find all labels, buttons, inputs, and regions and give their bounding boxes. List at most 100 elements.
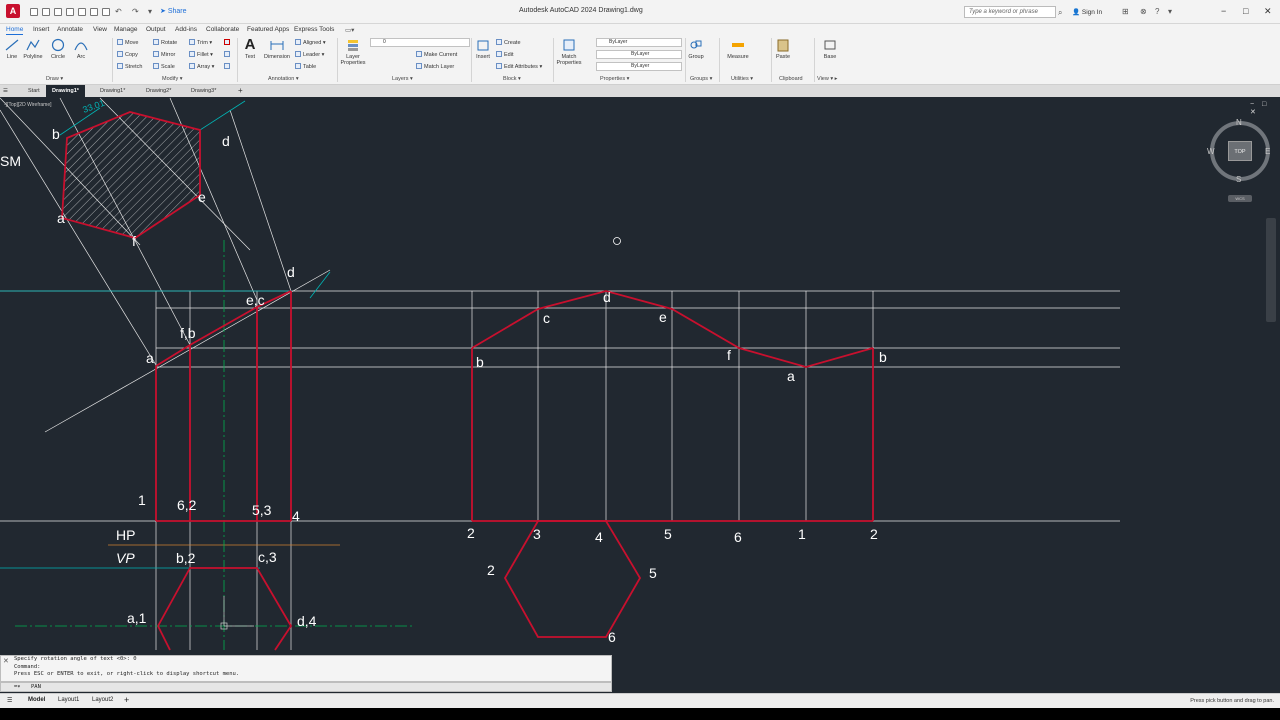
offset-icon[interactable] — [224, 63, 232, 70]
drawing-canvas[interactable]: SM 33.01 b d e a f d e,c f,b a 1 6,2 5,3… — [0, 97, 1280, 653]
autocad-logo-icon[interactable]: A — [6, 4, 20, 18]
autodesk-app-icon[interactable]: ⊗ — [1140, 8, 1147, 16]
insert-button[interactable]: Insert — [474, 38, 492, 60]
layer-dropdown[interactable]: 0 — [370, 38, 470, 47]
aligned-button[interactable]: Aligned ▾ — [295, 39, 326, 46]
compass-east[interactable]: E — [1265, 147, 1270, 156]
front-view-outline[interactable] — [155, 290, 293, 651]
tab-express-tools[interactable]: Express Tools — [294, 26, 334, 33]
edit-attributes-button[interactable]: Edit Attributes ▾ — [496, 63, 542, 70]
tab-add-ins[interactable]: Add-ins — [175, 26, 197, 33]
layer-properties-button[interactable]: Layer Properties — [340, 38, 366, 66]
tab-output[interactable]: Output — [146, 26, 166, 33]
help-icon[interactable]: ? — [1155, 8, 1159, 16]
viewport-window-controls[interactable]: − □ ✕ — [1250, 101, 1280, 116]
share-button[interactable]: ➤ Share — [160, 7, 187, 15]
create-block-button[interactable]: Create — [496, 39, 521, 46]
lineweight-dropdown[interactable]: ByLayer — [596, 62, 682, 71]
explode-icon[interactable] — [224, 51, 232, 58]
groups-group-label[interactable]: Groups ▾ — [690, 76, 712, 82]
utilities-group-label[interactable]: Utilities ▾ — [731, 76, 753, 82]
navigation-bar[interactable] — [1266, 218, 1276, 322]
paste-button[interactable]: Paste — [774, 38, 792, 60]
viewcube[interactable]: N S E W TOP WCS — [1206, 118, 1276, 202]
stretch-button[interactable]: Stretch — [117, 63, 142, 70]
polyline-button[interactable]: Polyline — [22, 38, 44, 60]
base-view-button[interactable]: Base — [820, 38, 840, 60]
workspace-dropdown-icon[interactable]: ▾ — [148, 8, 152, 16]
group-button[interactable]: Group — [686, 38, 706, 60]
undo-icon[interactable]: ↶ — [115, 8, 122, 16]
line-button[interactable]: Line — [4, 38, 20, 60]
new-file-icon[interactable] — [30, 8, 38, 16]
doc-tab-drawing3[interactable]: Drawing3* — [185, 85, 222, 97]
tab-featured-apps[interactable]: Featured Apps — [247, 26, 289, 33]
modify-group-label[interactable]: Modify ▾ — [162, 76, 183, 82]
dimension-button[interactable]: Dimension — [262, 38, 292, 60]
doc-tab-start[interactable]: Start — [22, 85, 46, 97]
draw-group-label[interactable]: Draw ▾ — [46, 76, 63, 82]
tab-insert[interactable]: Insert — [33, 26, 49, 33]
ribbon-minimize-icon[interactable]: ▭▾ — [345, 26, 354, 34]
annotation-group-label[interactable]: Annotation ▾ — [268, 76, 299, 82]
tab-layout2[interactable]: Layout2 — [92, 697, 113, 703]
close-icon[interactable]: ✕ — [1264, 6, 1272, 17]
layers-group-label[interactable]: Layers ▾ — [392, 76, 413, 82]
scale-button[interactable]: Scale — [153, 63, 175, 70]
cart-icon[interactable]: ⊞ — [1122, 8, 1129, 16]
edit-block-button[interactable]: Edit — [496, 51, 513, 58]
layout-menu-icon[interactable]: ☰ — [7, 697, 12, 704]
compass-north[interactable]: N — [1236, 118, 1242, 127]
section-hexagon[interactable] — [61, 111, 201, 239]
help-dropdown-icon[interactable]: ▾ — [1168, 8, 1172, 16]
plot-icon[interactable] — [102, 8, 110, 16]
clipboard-group-label[interactable]: Clipboard — [779, 76, 803, 82]
search-icon[interactable]: ⌕ — [1058, 9, 1062, 17]
command-close-icon[interactable]: ✕ — [3, 657, 9, 665]
tab-collaborate[interactable]: Collaborate — [206, 26, 239, 33]
redo-icon[interactable]: ↷ — [132, 8, 139, 16]
table-button[interactable]: Table — [295, 63, 316, 70]
trim-button[interactable]: Trim ▾ — [189, 39, 212, 46]
measure-button[interactable]: Measure — [725, 38, 751, 60]
tab-model[interactable]: Model — [28, 697, 45, 703]
linetype-dropdown[interactable]: ByLayer — [596, 50, 682, 59]
text-button[interactable]: A Text — [241, 37, 259, 60]
block-group-label[interactable]: Block ▾ — [503, 76, 521, 82]
doc-tab-drawing2[interactable]: Drawing2* — [140, 85, 177, 97]
add-layout-icon[interactable]: + — [124, 695, 129, 705]
make-current-button[interactable]: Make Current — [416, 51, 457, 58]
erase-icon[interactable] — [224, 39, 232, 46]
viewport-controls-label[interactable]: -][Top][2D Wireframe] — [4, 102, 52, 108]
print-icon[interactable] — [90, 8, 98, 16]
match-layer-button[interactable]: Match Layer — [416, 63, 454, 70]
command-input[interactable]: ⌨▾ PAN — [0, 682, 612, 692]
mirror-button[interactable]: Mirror — [153, 51, 175, 58]
view-group-label[interactable]: View ▾ ▸ — [817, 76, 837, 82]
leader-button[interactable]: Leader ▾ — [295, 51, 324, 58]
color-dropdown[interactable]: ByLayer — [596, 38, 682, 47]
move-button[interactable]: Move — [117, 39, 138, 46]
tab-annotate[interactable]: Annotate — [57, 26, 83, 33]
development-outline[interactable] — [471, 290, 874, 638]
maximize-icon[interactable]: □ — [1243, 6, 1248, 16]
tab-manage[interactable]: Manage — [114, 26, 138, 33]
fillet-button[interactable]: Fillet ▾ — [189, 51, 213, 58]
wcs-menu[interactable]: WCS — [1228, 195, 1252, 202]
array-button[interactable]: Array ▾ — [189, 63, 214, 70]
tab-menu-icon[interactable]: ☰ — [0, 85, 11, 97]
search-input[interactable]: Type a keyword or phrase — [964, 6, 1056, 18]
tab-home[interactable]: Home — [6, 26, 24, 35]
compass-south[interactable]: S — [1236, 175, 1241, 184]
copy-button[interactable]: Copy — [117, 51, 138, 58]
minimize-icon[interactable]: − — [1221, 6, 1226, 16]
sign-in-button[interactable]: 👤 Sign In — [1072, 8, 1102, 16]
doc-tab-drawing1-active[interactable]: Drawing1* — [46, 85, 85, 97]
new-tab-icon[interactable]: + — [232, 85, 249, 97]
viewcube-top-face[interactable]: TOP — [1228, 141, 1252, 161]
match-properties-button[interactable]: Match Properties — [555, 38, 583, 66]
open-file-icon[interactable] — [42, 8, 50, 16]
rotate-button[interactable]: Rotate — [153, 39, 177, 46]
save-as-icon[interactable] — [66, 8, 74, 16]
web-mobile-icon[interactable] — [78, 8, 86, 16]
